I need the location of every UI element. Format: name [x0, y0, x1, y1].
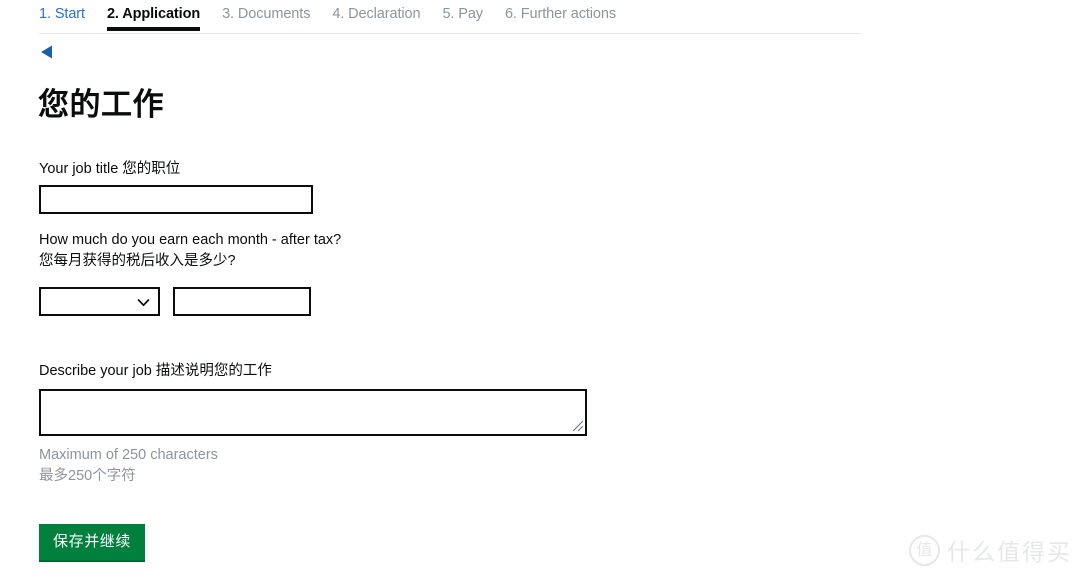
chevron-down-icon	[137, 296, 150, 309]
watermark-text: 什么值得买	[947, 540, 1072, 566]
back-link[interactable]	[39, 43, 55, 61]
step-nav-item-pay: 5. Pay	[442, 6, 483, 22]
step-nav-item-further-actions: 6. Further actions	[504, 6, 616, 22]
describe-job-textarea[interactable]	[39, 389, 587, 436]
step-nav-item-declaration: 4. Declaration	[332, 6, 421, 22]
back-triangle-icon	[39, 45, 55, 65]
job-title-label: Your job title 您的职位	[39, 161, 181, 177]
save-and-continue-button[interactable]: 保存并继续	[39, 524, 146, 562]
step-nav-item-documents: 3. Documents	[222, 6, 311, 22]
describe-job-label: Describe your job 描述说明您的工作	[39, 363, 272, 379]
job-title-input[interactable]	[39, 185, 313, 214]
monthly-earnings-label: How much do you earn each month - after …	[39, 232, 342, 269]
step-nav-item-start[interactable]: 1. Start	[39, 0, 85, 32]
currency-select[interactable]	[39, 287, 160, 316]
step-progress-nav: 1. Start 2. Application 3. Documents 4. …	[39, 0, 862, 34]
describe-job-hint: Maximum of 250 characters 最多250个字符	[39, 447, 218, 484]
monthly-earnings-amount-input[interactable]	[173, 287, 311, 316]
step-nav-item-application[interactable]: 2. Application	[106, 0, 201, 32]
watermark: 值 什么值得买	[909, 533, 1072, 567]
page-title: 您的工作	[38, 87, 164, 122]
watermark-badge-icon: 值	[909, 534, 940, 566]
